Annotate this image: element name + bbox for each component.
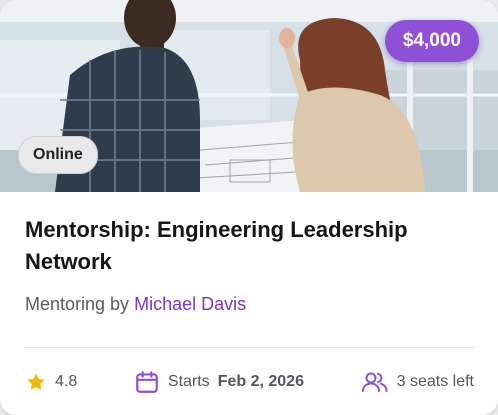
course-title[interactable]: Mentorship: Engineering Leadership Netwo…: [25, 214, 474, 278]
star-icon: [27, 373, 45, 390]
hero-image: $4,000 Online: [0, 0, 498, 192]
card-footer: 4.8 Starts Feb 2, 2026 3 seats left: [25, 366, 474, 398]
card-body: Mentorship: Engineering Leadership Netwo…: [25, 214, 474, 315]
people-icon: [361, 372, 388, 392]
seats-left: 3 seats left: [396, 373, 474, 390]
rating: 4.8: [25, 371, 77, 393]
divider: [25, 347, 474, 348]
course-card[interactable]: $4,000 Online Mentorship: Engineering Le…: [0, 0, 498, 415]
mentor-prefix: Mentoring by: [25, 294, 130, 314]
mentor-name-link[interactable]: Michael Davis: [134, 294, 246, 314]
starts-label: Starts: [167, 373, 210, 390]
starts-date: Feb 2, 2026: [217, 373, 304, 390]
seats: 3 seats left: [361, 369, 474, 395]
start-date: Starts Feb 2, 2026: [134, 369, 304, 395]
price-badge: $4,000: [384, 20, 479, 62]
rating-value: 4.8: [55, 373, 78, 390]
mode-badge: Online: [18, 136, 98, 174]
calendar-icon: [136, 371, 158, 393]
mentor-line: Mentoring by Michael Davis: [25, 294, 474, 315]
